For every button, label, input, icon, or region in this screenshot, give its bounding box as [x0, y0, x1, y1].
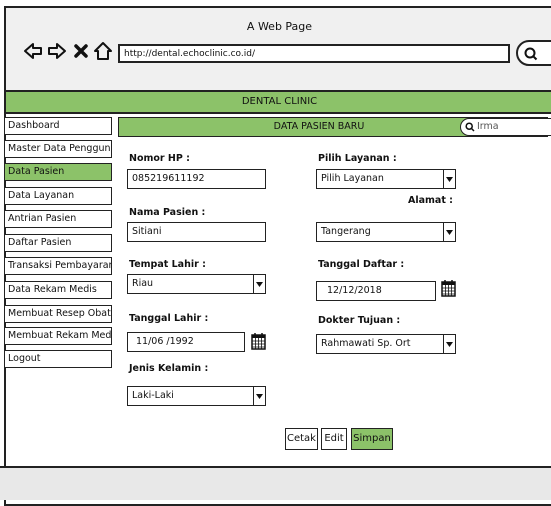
sidebar-item-membuat-rekam-medis[interactable]: Membuat Rekam Medis: [4, 327, 112, 345]
sidebar-item-data-layanan[interactable]: Data Layanan: [4, 187, 112, 205]
browser-window: A Web Page http://dental.echoclinic.co.i…: [4, 6, 551, 506]
jenis-kelamin-select[interactable]: Laki-Laki: [127, 386, 266, 406]
chevron-down-icon: [253, 387, 265, 405]
chevron-down-icon: [443, 170, 455, 188]
dokter-tujuan-value: Rahmawati Sp. Ort: [321, 338, 411, 349]
cetak-button[interactable]: Cetak: [285, 428, 318, 450]
chevron-down-icon: [253, 275, 265, 293]
tempat-lahir-select[interactable]: Riau: [127, 274, 266, 294]
nomor-hp-label: Nomor HP :: [129, 153, 190, 164]
window-title: A Web Page: [246, 20, 313, 33]
nama-pasien-label: Nama Pasien :: [129, 207, 206, 218]
alamat-value: Tangerang: [321, 226, 371, 237]
search-icon: [465, 122, 475, 137]
search-icon: [524, 46, 538, 65]
dokter-tujuan-select[interactable]: Rahmawati Sp. Ort: [316, 334, 456, 354]
pilih-layanan-label: Pilih Layanan :: [318, 153, 397, 164]
status-bar: [0, 466, 551, 500]
app-name: DENTAL CLINIC: [241, 96, 318, 107]
simpan-button[interactable]: Simpan: [351, 428, 393, 450]
sidebar-item-daftar-pasien[interactable]: Daftar Pasien: [4, 234, 112, 252]
edit-button[interactable]: Edit: [321, 428, 347, 450]
sidebar-item-master-data-pengguna[interactable]: Master Data Pengguna: [4, 140, 112, 158]
jenis-kelamin-value: Laki-Laki: [132, 390, 174, 401]
page-title: DATA PASIEN BARU: [273, 121, 365, 132]
nama-pasien-field[interactable]: Sitiani: [127, 222, 266, 242]
alamat-select[interactable]: Tangerang: [316, 222, 456, 242]
tanggal-daftar-field[interactable]: 12/12/2018: [316, 281, 436, 301]
sidebar-item-antrian-pasien[interactable]: Antrian Pasien: [4, 210, 112, 228]
chevron-down-icon: [443, 223, 455, 241]
sidebar-item-transaksi-pembayaran[interactable]: Transaksi Pembayaran: [4, 257, 112, 275]
address-bar[interactable]: http://dental.echoclinic.co.id/: [118, 44, 510, 63]
jenis-kelamin-label: Jenis Kelamin :: [129, 363, 209, 374]
tanggal-lahir-field[interactable]: 11/06 /1992: [127, 332, 245, 352]
chevron-down-icon: [443, 335, 455, 353]
sidebar-item-data-pasien[interactable]: Data Pasien: [4, 163, 112, 181]
sidebar-item-membuat-resep-obat[interactable]: Membuat Resep Obat: [4, 305, 112, 323]
alamat-label: Alamat :: [408, 195, 453, 206]
calendar-icon[interactable]: [441, 279, 456, 301]
pilih-layanan-value: Pilih Layanan: [321, 173, 384, 184]
home-icon[interactable]: [92, 40, 114, 62]
tempat-lahir-value: Riau: [132, 278, 154, 289]
stop-icon[interactable]: [70, 40, 92, 62]
calendar-icon[interactable]: [251, 332, 266, 354]
browser-titlebar: A Web Page http://dental.echoclinic.co.i…: [6, 8, 551, 92]
sidebar-item-logout[interactable]: Logout: [4, 350, 112, 368]
dokter-tujuan-label: Dokter Tujuan :: [318, 315, 401, 326]
forward-icon[interactable]: [46, 40, 68, 62]
search-value: Irma: [477, 121, 499, 132]
tanggal-lahir-label: Tanggal Lahir :: [129, 313, 209, 324]
tanggal-daftar-label: Tanggal Daftar :: [318, 259, 405, 270]
tempat-lahir-label: Tempat Lahir :: [129, 259, 206, 270]
pilih-layanan-select[interactable]: Pilih Layanan: [316, 169, 456, 189]
app-header: DENTAL CLINIC: [6, 92, 551, 114]
browser-search-button[interactable]: [516, 40, 551, 66]
nomor-hp-field[interactable]: 085219611192: [127, 169, 266, 189]
sidebar-item-data-rekam-medis[interactable]: Data Rekam Medis: [4, 281, 112, 299]
patient-search-input[interactable]: Irma: [460, 118, 551, 136]
sidebar-item-dashboard[interactable]: Dashboard: [4, 117, 112, 135]
back-icon[interactable]: [22, 40, 44, 62]
